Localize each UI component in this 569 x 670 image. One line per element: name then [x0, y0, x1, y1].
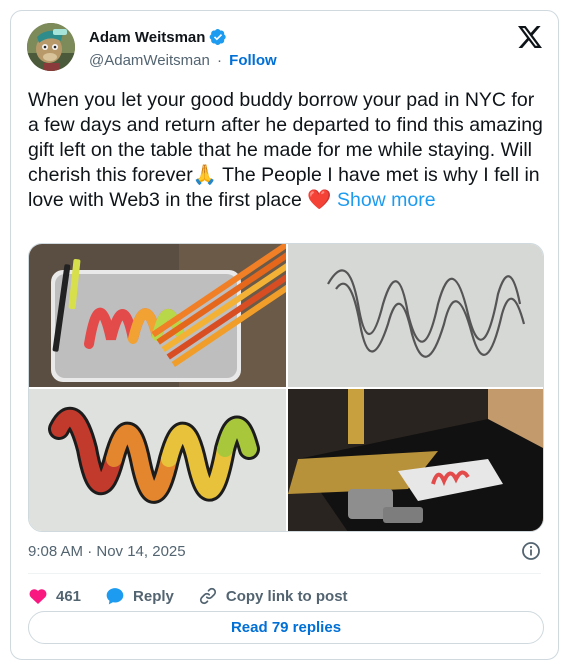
x-logo-icon[interactable]	[518, 26, 542, 48]
divider	[28, 573, 541, 574]
avatar[interactable]	[27, 23, 75, 71]
info-icon[interactable]	[521, 541, 541, 561]
speech-bubble-icon	[105, 586, 125, 606]
photo-4[interactable]	[288, 389, 543, 531]
reply-label: Reply	[133, 587, 174, 605]
show-more-link[interactable]: Show more	[337, 189, 436, 211]
copy-link-button[interactable]: Copy link to post	[198, 586, 348, 606]
follow-button[interactable]: Follow	[229, 52, 277, 69]
timestamp[interactable]: 9:08 AM · Nov 14, 2025	[28, 543, 186, 560]
copy-link-label: Copy link to post	[225, 587, 348, 605]
tweet-text: When you let your good buddy borrow your…	[28, 88, 543, 213]
verified-badge-icon	[209, 28, 227, 46]
reply-button[interactable]: Reply	[105, 586, 174, 606]
handle-line: @AdamWeitsman · Follow	[89, 52, 277, 69]
read-replies-label: Read 79 replies	[230, 619, 342, 636]
tweet-card: Adam Weitsman @AdamWeitsman · Follow Whe…	[10, 10, 559, 660]
like-count: 461	[56, 587, 82, 605]
separator-dot: ·	[217, 52, 222, 69]
author-handle[interactable]: @AdamWeitsman	[89, 52, 210, 69]
author-name[interactable]: Adam Weitsman	[89, 28, 227, 46]
read-replies-button[interactable]: Read 79 replies	[28, 611, 544, 644]
photo-3[interactable]	[29, 389, 286, 531]
action-bar: 461 Reply Copy link to post	[28, 581, 372, 611]
heart-icon	[28, 586, 48, 606]
photo-2[interactable]	[288, 244, 543, 387]
photo-1[interactable]	[29, 244, 286, 387]
like-button[interactable]: 461	[28, 586, 81, 606]
link-icon	[198, 586, 218, 606]
media-grid	[28, 243, 544, 532]
author-name-label: Adam Weitsman	[89, 28, 206, 46]
tweet-body: When you let your good buddy borrow your…	[28, 89, 543, 211]
